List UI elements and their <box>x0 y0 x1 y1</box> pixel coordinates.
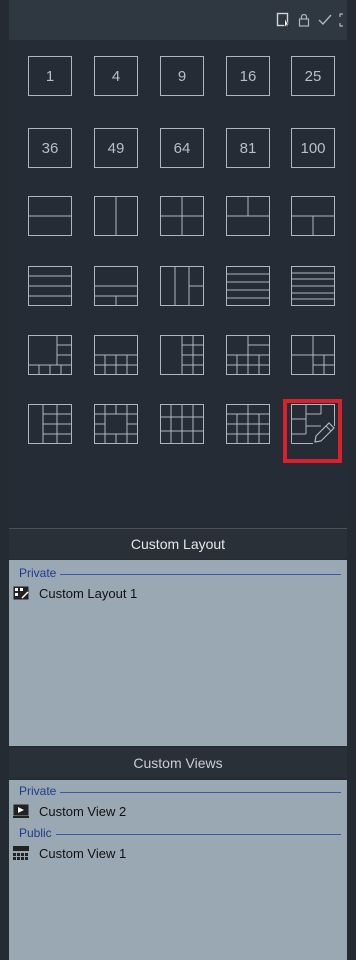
group-private: Private <box>19 566 347 582</box>
layout-49-button[interactable]: 49 <box>94 128 138 168</box>
layout-100-button[interactable]: 100 <box>291 128 335 168</box>
layout-pattern-icon <box>226 335 270 375</box>
layout-5-rows-button[interactable] <box>226 266 270 306</box>
layout-pattern-icon <box>226 404 270 444</box>
layout-mixed-grid-button[interactable] <box>226 335 270 375</box>
layout-pattern-icon <box>226 196 270 236</box>
layout-pattern-icon <box>94 404 138 444</box>
layout-3x4-button[interactable] <box>160 404 204 444</box>
custom-view-grid-icon <box>13 846 29 860</box>
custom-view-item[interactable]: Custom View 2 <box>13 800 347 822</box>
layout-1-plus-7-button[interactable] <box>28 335 72 375</box>
lock-icon[interactable] <box>297 12 311 28</box>
custom-view-item[interactable]: Custom View 1 <box>13 842 347 864</box>
layout-1-plus-grid-button[interactable] <box>160 335 204 375</box>
layout-pattern-icon <box>28 335 72 375</box>
layout-pattern-icon <box>160 404 204 444</box>
layout-pattern-icon <box>291 335 335 375</box>
custom-layout-highlight <box>283 399 342 463</box>
edit-layout-icon[interactable] <box>276 12 290 28</box>
layout-pattern-icon <box>291 266 335 306</box>
custom-layout-icon <box>13 586 29 600</box>
layout-mixed-12-button[interactable] <box>226 404 270 444</box>
layout-pattern-icon <box>94 196 138 236</box>
custom-view-play-icon <box>13 804 29 818</box>
layout-pattern-icon <box>226 266 270 306</box>
custom-views-header: Custom Views <box>9 748 347 778</box>
layout-label: 49 <box>94 128 138 168</box>
layout-columns-mixed-button[interactable] <box>160 266 204 306</box>
layout-25-button[interactable]: 25 <box>291 56 335 96</box>
layout-1-button[interactable]: 1 <box>28 56 72 96</box>
layout-label: 16 <box>226 56 270 96</box>
layout-label: 36 <box>28 128 72 168</box>
layout-pattern-icon <box>160 266 204 306</box>
layout-label: 9 <box>160 56 204 96</box>
layout-4-button[interactable]: 4 <box>94 56 138 96</box>
layout-pattern-icon <box>160 335 204 375</box>
layout-label: 81 <box>226 128 270 168</box>
check-icon[interactable] <box>318 12 332 28</box>
custom-layout-list: Private Custom Layout 1 <box>9 560 347 746</box>
layout-4-rows-button[interactable] <box>28 266 72 306</box>
layout-2-horizontal-button[interactable] <box>28 196 72 236</box>
layout-pattern-icon <box>94 266 138 306</box>
group-public: Public <box>19 826 347 842</box>
layout-81-button[interactable]: 81 <box>226 128 270 168</box>
layout-ring-button[interactable] <box>94 404 138 444</box>
layout-16-button[interactable]: 16 <box>226 56 270 96</box>
layout-3-top-button[interactable] <box>226 196 270 236</box>
layout-quad-split-button[interactable] <box>291 335 335 375</box>
layout-6-rows-button[interactable] <box>291 266 335 306</box>
layout-pattern-icon <box>28 196 72 236</box>
layout-label: 25 <box>291 56 335 96</box>
layout-64-button[interactable]: 64 <box>160 128 204 168</box>
layout-3-bottom-button[interactable] <box>291 196 335 236</box>
layout-3-left-button[interactable] <box>160 196 204 236</box>
layout-toolbar <box>9 0 347 40</box>
layout-label: 1 <box>28 56 72 96</box>
layout-2-plus-8-button[interactable] <box>94 335 138 375</box>
custom-layout-item[interactable]: Custom Layout 1 <box>13 582 347 604</box>
layout-2-vertical-button[interactable] <box>94 196 138 236</box>
layout-pattern-icon <box>94 335 138 375</box>
layout-label: 4 <box>94 56 138 96</box>
layout-1-plus-9-button[interactable] <box>28 404 72 444</box>
fullscreen-icon[interactable] <box>339 12 347 28</box>
layout-4-mixed-button[interactable] <box>94 266 138 306</box>
custom-layout-header: Custom Layout <box>9 528 347 559</box>
layout-36-button[interactable]: 36 <box>28 128 72 168</box>
layout-label: 100 <box>291 128 335 168</box>
layout-9-button[interactable]: 9 <box>160 56 204 96</box>
custom-views-list: Private Custom View 2 Public Custom View… <box>9 780 347 960</box>
layout-pattern-icon <box>28 404 72 444</box>
layout-label: 64 <box>160 128 204 168</box>
layout-pattern-icon <box>160 196 204 236</box>
layout-pattern-icon <box>291 196 335 236</box>
group-private: Private <box>19 784 347 800</box>
layout-pattern-icon <box>28 266 72 306</box>
